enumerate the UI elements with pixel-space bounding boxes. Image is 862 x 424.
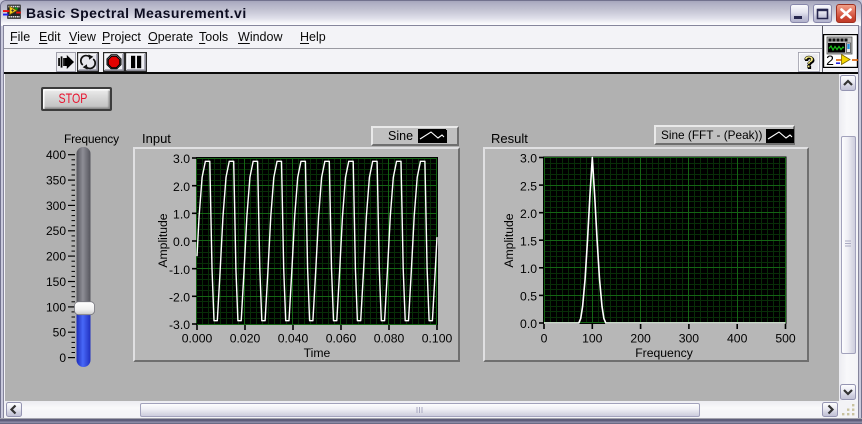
svg-text:100: 100 [582,332,603,346]
svg-text:150: 150 [46,275,66,289]
svg-text:200: 200 [46,250,66,264]
svg-text:3.0: 3.0 [173,152,190,166]
svg-text:0.060: 0.060 [326,332,357,346]
svg-text:0.5: 0.5 [520,290,537,304]
svg-text:Frequency: Frequency [635,346,693,360]
svg-text:0.020: 0.020 [230,332,261,346]
svg-text:0.000: 0.000 [182,332,213,346]
svg-text:0: 0 [59,351,66,365]
svg-text:2: 2 [826,52,834,68]
svg-text:0.100: 0.100 [422,332,453,346]
svg-text:1.0: 1.0 [520,262,537,276]
svg-text:300: 300 [679,332,700,346]
svg-text:Amplitude: Amplitude [502,213,516,267]
svg-text:400: 400 [46,148,66,162]
svg-text:0: 0 [541,332,548,346]
svg-text:50: 50 [53,326,67,340]
svg-text:0.0: 0.0 [173,235,190,249]
svg-text:250: 250 [46,224,66,238]
svg-text:1.5: 1.5 [520,234,537,248]
svg-text:-2.0: -2.0 [169,291,190,305]
svg-text:1.0: 1.0 [173,208,190,222]
svg-text:3.0: 3.0 [520,152,537,166]
svg-text:Amplitude: Amplitude [156,213,170,267]
svg-text:500: 500 [775,332,796,346]
svg-text:0.0: 0.0 [520,317,537,331]
svg-text:350: 350 [46,174,66,188]
svg-text:100: 100 [46,300,66,314]
svg-text:2.5: 2.5 [520,179,537,193]
svg-text:?: ? [804,53,814,72]
svg-text:-3.0: -3.0 [169,318,190,332]
svg-text:0.040: 0.040 [278,332,309,346]
svg-text:2.0: 2.0 [520,207,537,221]
svg-text:400: 400 [727,332,748,346]
svg-text:-1.0: -1.0 [169,263,190,277]
svg-text:Time: Time [304,346,331,360]
svg-text:200: 200 [630,332,651,346]
svg-text:0.080: 0.080 [374,332,405,346]
svg-text:2.0: 2.0 [173,180,190,194]
svg-text:300: 300 [46,199,66,213]
